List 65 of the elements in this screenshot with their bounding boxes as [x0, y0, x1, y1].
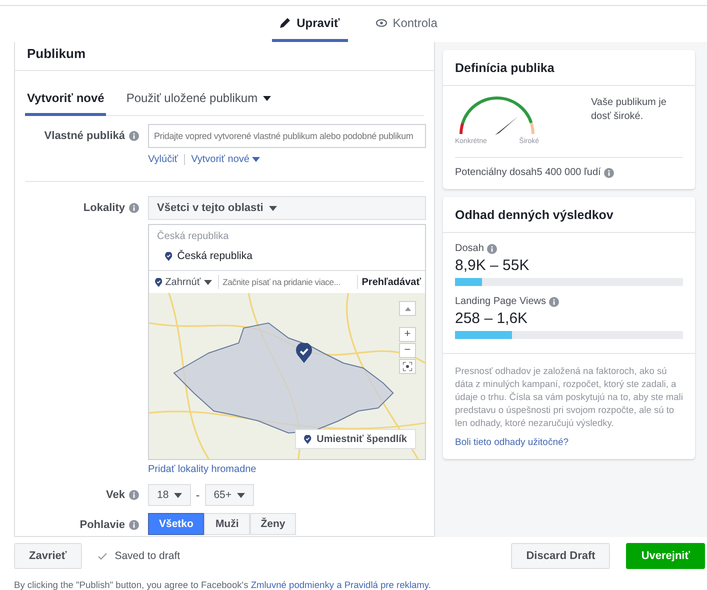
gender-option[interactable]: Ženy	[250, 513, 296, 535]
audience-link[interactable]: Vytvoriť nové	[191, 154, 260, 165]
field-label: Vek	[106, 489, 125, 501]
info-icon	[129, 203, 139, 213]
info-icon	[604, 168, 614, 178]
location-group: Česká republika	[157, 231, 417, 242]
custom-audience-input[interactable]: Pridajte vopred vytvorené vlastné publikum alebo podobné publikum	[148, 124, 426, 148]
discard-draft-button[interactable]: Discard Draft	[511, 543, 610, 569]
audience-tab[interactable]: Vytvoriť nové	[25, 85, 106, 116]
zoom-out-button[interactable]: −	[399, 343, 416, 358]
metric-label: Landing Page Views	[455, 296, 546, 307]
potential-reach: Potenciálny dosah5 400 000 ľudí	[455, 167, 601, 178]
audience-summary: Vaše publikum je dosť široké.	[591, 96, 668, 124]
feedback-link[interactable]: Boli tieto odhady užitočné?	[443, 430, 695, 460]
location-scope-dropdown[interactable]: Všetci v tejto oblasti	[148, 196, 426, 220]
info-icon	[129, 490, 139, 500]
info-icon	[549, 296, 559, 306]
view-tab[interactable]: Kontrola	[368, 6, 446, 42]
zoom-in-button[interactable]: +	[399, 327, 416, 342]
map-pin-icon	[296, 343, 312, 363]
audience-link[interactable]: Vylúčiť	[148, 154, 178, 165]
caret-icon	[174, 492, 182, 498]
collapse-button[interactable]	[399, 301, 416, 316]
browse-button[interactable]: Prehľadávať	[356, 275, 425, 289]
bulk-locations-link[interactable]: Pridať lokality hromadne	[148, 464, 256, 475]
caret-icon	[204, 280, 212, 284]
age-to-select[interactable]: 65+	[204, 484, 254, 506]
legal-text: By clicking the "Publish" button, you agree to Facebook's Zmluvné podmienky a Pravidlá pre reklamy.	[14, 580, 432, 590]
recenter-button[interactable]	[399, 359, 416, 374]
chevron-up-icon	[404, 306, 410, 310]
gender-option[interactable]: Muži	[204, 513, 250, 535]
info-icon	[486, 244, 497, 254]
pin-icon	[155, 278, 162, 286]
field-label: Lokality	[83, 202, 125, 214]
drop-pin-button[interactable]: Umiestniť špendlík	[295, 429, 416, 449]
pin-icon	[304, 434, 312, 444]
caret-icon	[262, 96, 271, 100]
location-item[interactable]: Česká republika	[177, 250, 252, 262]
include-dropdown[interactable]: Zahrnúť	[149, 275, 219, 289]
caret-icon	[236, 492, 244, 498]
info-icon	[129, 131, 139, 141]
pencil-icon	[280, 17, 291, 28]
field-label: Pohlavie	[80, 519, 125, 531]
estimate-note: Presnosť odhadov je založená na faktoroch, ako sú dáta z minulých kampaní, rozpočet, ktorý ste zadali, a údaje o trhu. Čísla sa vám poskytujú na to, aby ste mali predstavu o úspešnosti pri svojom rozpočte, ale sú to len odhady, ktoré nezaručujú výsledky.	[443, 353, 695, 430]
panel-title: Publikum	[15, 42, 434, 71]
info-icon	[129, 520, 139, 530]
caret-icon	[252, 157, 260, 162]
caret-icon	[269, 206, 278, 210]
field-label: Vlastné publiká	[44, 130, 125, 142]
audience-tab[interactable]: Použiť uložené publikum	[124, 85, 273, 116]
range-dash: -	[194, 488, 201, 502]
metric-label: Dosah	[455, 243, 484, 254]
card-title: Definícia publika	[443, 50, 695, 86]
gender-option[interactable]: Všetko	[148, 513, 204, 535]
metric-value: 258 – 1,6K	[455, 310, 529, 327]
pin-icon	[165, 252, 172, 260]
card-title: Odhad denných výsledkov	[443, 197, 695, 233]
close-button[interactable]: Zavrieť	[14, 543, 82, 569]
terms-link[interactable]: Zmluvné podmienky a Pravidlá pre reklamy	[250, 580, 428, 590]
check-icon	[98, 552, 107, 560]
focus-icon	[403, 362, 412, 371]
eye-icon	[376, 18, 387, 26]
save-status: Saved to draft	[114, 550, 180, 562]
metric-value: 8,9K – 55K	[455, 257, 530, 274]
age-from-select[interactable]: 18	[148, 484, 191, 506]
